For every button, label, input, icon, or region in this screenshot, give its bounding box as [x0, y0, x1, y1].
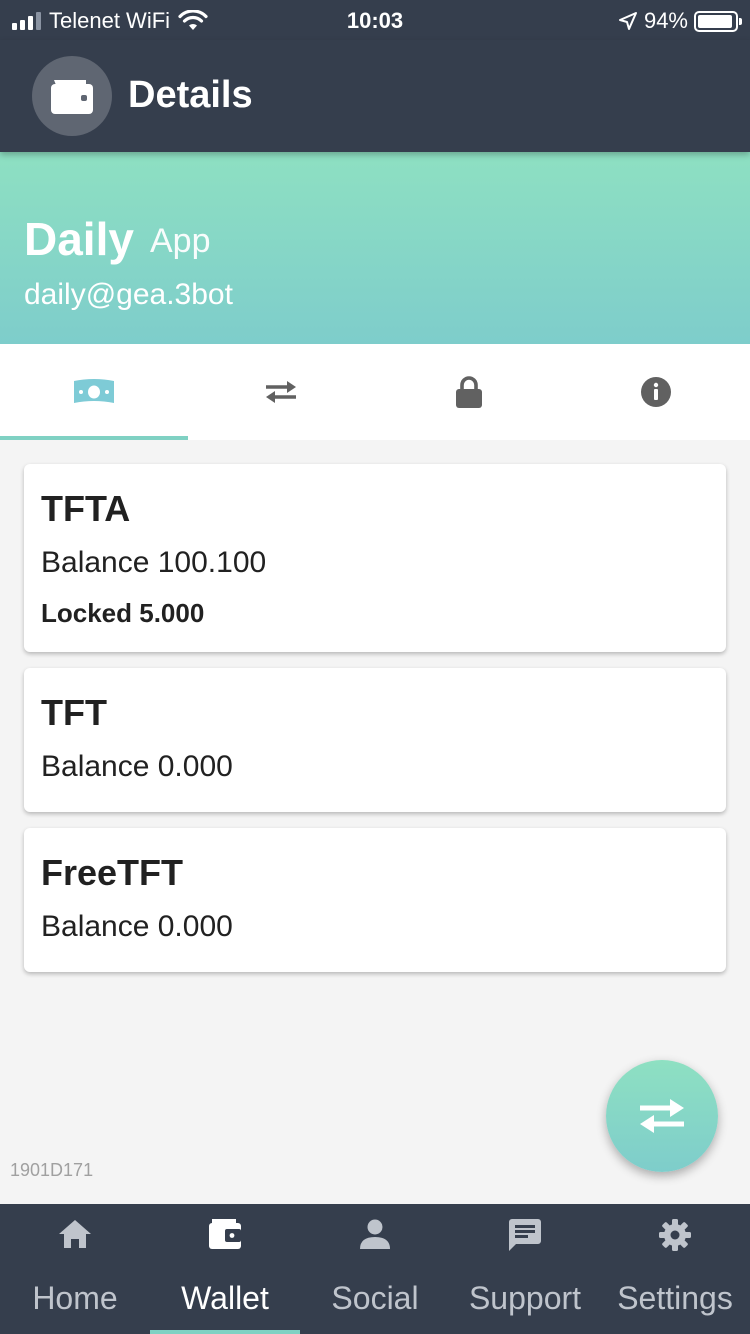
- card-balance: Balance 100.100: [41, 546, 267, 579]
- transfer-icon: [640, 1099, 684, 1133]
- info-icon: [641, 377, 672, 407]
- wallet-type: App: [150, 222, 211, 260]
- card-balance: Balance 0.000: [41, 910, 233, 943]
- nav-item-support[interactable]: Support: [450, 1204, 600, 1334]
- location-arrow-icon: [618, 12, 637, 30]
- nav-item-wallet[interactable]: Wallet: [150, 1204, 300, 1334]
- card-currency: FreeTFT: [41, 852, 184, 893]
- wallet-tabs: [0, 344, 750, 440]
- build-id: 1901D171: [10, 1160, 94, 1180]
- tab-transactions[interactable]: [188, 344, 376, 440]
- nav-label: Support: [468, 1280, 582, 1316]
- balance-card[interactable]: TFT Balance 0.000: [24, 668, 726, 812]
- balance-card[interactable]: TFTA Balance 100.100 Locked 5.000: [24, 464, 726, 652]
- person-icon: [360, 1219, 390, 1249]
- nav-label: Social: [331, 1280, 419, 1316]
- money-icon: [73, 379, 114, 403]
- gear-icon: [659, 1219, 691, 1251]
- nav-item-settings[interactable]: Settings: [600, 1204, 750, 1334]
- wallet-banner: Daily App daily@gea.3bot: [0, 152, 750, 344]
- bottom-nav: Home Wallet Social Support Settings: [0, 1204, 750, 1334]
- card-currency: TFT: [41, 692, 107, 733]
- nav-label: Home: [32, 1280, 118, 1316]
- battery-icon: [694, 10, 742, 32]
- nav-item-home[interactable]: Home: [0, 1204, 150, 1334]
- lock-icon: [455, 376, 482, 408]
- wallet-name: Daily: [24, 213, 134, 265]
- card-locked: Locked 5.000: [41, 598, 205, 628]
- status-bar: Telenet WiFi 10:03 94%: [0, 0, 750, 40]
- tab-balance[interactable]: [0, 344, 188, 440]
- home-icon: [59, 1220, 91, 1248]
- card-currency: TFTA: [41, 488, 131, 529]
- chat-icon: [509, 1219, 541, 1251]
- app-header: Details: [0, 40, 750, 152]
- battery-percent: 94%: [643, 8, 688, 33]
- wallet-icon: [209, 1219, 241, 1249]
- nav-label: Settings: [617, 1280, 733, 1316]
- transfer-icon: [266, 381, 297, 403]
- nav-label: Wallet: [181, 1280, 269, 1316]
- page-title: Details: [128, 74, 253, 116]
- wallet-email: daily@gea.3bot: [24, 278, 233, 311]
- status-right: 94%: [618, 8, 742, 34]
- transfer-fab-button[interactable]: [606, 1060, 718, 1172]
- nav-item-social[interactable]: Social: [300, 1204, 450, 1334]
- tab-info[interactable]: [563, 344, 750, 440]
- wallet-icon: [32, 56, 112, 136]
- tab-locked[interactable]: [375, 344, 563, 440]
- balance-card[interactable]: FreeTFT Balance 0.000: [24, 828, 726, 972]
- card-balance: Balance 0.000: [41, 750, 233, 783]
